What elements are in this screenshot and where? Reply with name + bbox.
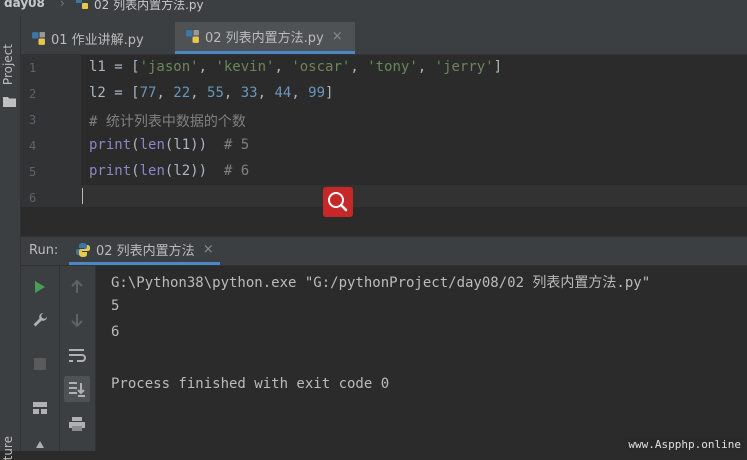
console-output-line: 6 [111,324,120,340]
run-panel-header: Run: 02 列表内置方法 × [21,236,747,266]
line-number: 6 [29,191,37,205]
run-tab-label: 02 列表内置方法 [96,244,195,259]
code-line-4: print(len(l1)) # 5 [89,137,250,153]
python-file-icon [186,30,199,43]
code-editor[interactable]: 1 2 3 4 5 6 l1 = ['jason', 'kevin', 'osc… [21,55,747,217]
run-toolbar-secondary [60,266,96,451]
breadcrumb-separator: › [60,0,65,10]
scroll-to-end-icon [69,382,85,397]
tab-02-list-methods[interactable]: 02 列表内置方法.py × [175,22,355,54]
pin-icon [36,441,44,448]
stop-button[interactable] [27,351,53,377]
scroll-down-button[interactable] [64,307,90,333]
editor-tab-bar: 01 作业讲解.py 02 列表内置方法.py × [21,16,747,55]
tab-01-homework[interactable]: 01 作业讲解.py [31,22,181,54]
python-file-icon [76,0,88,9]
arrow-down-icon [71,314,83,328]
line-number: 4 [29,139,37,153]
code-line-2: l2 = [77, 22, 55, 33, 44, 99] [89,85,334,101]
python-file-icon [32,31,45,45]
pin-button[interactable] [27,434,53,460]
line-number: 1 [29,61,37,75]
current-line-highlight [81,185,747,207]
line-number-gutter: 1 2 3 4 5 6 [21,55,81,207]
close-run-tab-icon[interactable]: × [203,242,214,257]
project-tool-window-button[interactable]: Project [1,44,15,85]
console-output-line: 5 [111,298,120,314]
line-number: 2 [29,87,37,101]
folder-icon [3,97,16,107]
soft-wrap-icon [69,349,86,362]
console-output[interactable]: G:\Python38\python.exe "G:/pythonProject… [96,266,747,451]
structure-tool-window-button[interactable]: ture [1,436,15,460]
code-line-1: l1 = ['jason', 'kevin', 'oscar', 'tony',… [89,59,503,75]
layout-button[interactable] [27,395,53,421]
left-tool-strip: Project ture [0,16,21,460]
search-overlay-button[interactable] [323,187,353,217]
search-icon [328,192,348,212]
settings-button[interactable] [27,307,53,333]
console-command-line: G:\Python38\python.exe "G:/pythonProject… [111,275,651,291]
close-tab-icon[interactable]: × [332,29,343,44]
scroll-up-button[interactable] [64,274,90,300]
navigation-bar: day08 › 02 列表内置方法.py [0,0,747,16]
play-icon [35,281,45,293]
soft-wrap-button[interactable] [64,342,90,368]
rerun-button[interactable] [27,274,53,300]
console-exit-message: Process finished with exit code 0 [111,376,390,392]
line-number: 5 [29,165,37,179]
line-number: 3 [29,113,37,127]
code-line-5: print(len(l2)) # 6 [89,163,250,179]
run-toolbar-primary [21,266,60,451]
breadcrumb-project[interactable]: day08 [4,0,45,10]
print-button[interactable] [64,411,90,437]
arrow-up-icon [71,279,83,293]
run-panel-label: Run: [29,243,59,258]
print-icon [69,417,85,431]
python-icon [76,242,90,257]
text-caret [82,188,83,204]
run-configuration-tab[interactable]: 02 列表内置方法 × [69,237,220,265]
watermark: www.Aspphp.online [626,438,743,451]
layout-icon [33,402,47,414]
wrench-icon [33,313,47,327]
tab-label: 02 列表内置方法.py [205,31,324,46]
scroll-to-end-button[interactable] [64,376,90,402]
breadcrumb-file[interactable]: 02 列表内置方法.py [94,0,204,13]
code-line-3: # 统计列表中数据的个数 [89,114,246,130]
stop-icon [34,358,46,370]
tab-label: 01 作业讲解.py [51,32,144,48]
